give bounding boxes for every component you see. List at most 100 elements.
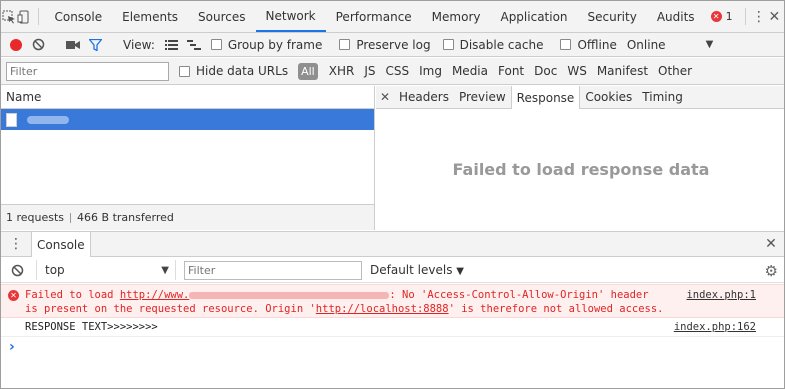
type-filter-other[interactable]: Other <box>658 64 692 78</box>
offline-label: Offline <box>577 37 617 52</box>
divider <box>744 8 746 25</box>
hide-data-urls-checkbox[interactable] <box>179 65 190 77</box>
tab-audits[interactable]: Audits <box>647 1 705 32</box>
log-source-link[interactable]: index.php:162 <box>674 321 756 333</box>
tab-application[interactable]: Application <box>490 1 577 32</box>
console-error-message: ✕ Failed to load http://www.: No 'Access… <box>1 284 784 318</box>
log-text: RESPONSE TEXT>>>>>>>> <box>25 321 158 333</box>
filter-toggle-button[interactable] <box>84 34 106 56</box>
response-error-message: Failed to load response data <box>452 160 710 179</box>
redacted-url <box>189 291 390 299</box>
error-text: ' is therefore not allowed access. <box>448 303 664 315</box>
view-label: View: <box>123 37 155 52</box>
type-filter-media[interactable]: Media <box>452 64 488 78</box>
tab-security[interactable]: Security <box>578 1 647 32</box>
tab-elements[interactable]: Elements <box>112 1 188 32</box>
detail-tab-bar: ✕ Headers Preview Response Cookies Timin… <box>376 86 784 109</box>
divider <box>37 8 39 25</box>
execution-context-select[interactable]: top ▼ <box>36 260 176 280</box>
tab-performance[interactable]: Performance <box>326 1 422 32</box>
group-by-frame-checkbox[interactable] <box>210 39 222 50</box>
error-source-link[interactable]: index.php:1 <box>686 288 756 302</box>
throttling-select[interactable]: Online <box>627 38 666 52</box>
clear-console-button[interactable] <box>6 259 28 281</box>
request-count: 1 requests <box>6 211 65 224</box>
preserve-log-label: Preserve log <box>356 37 431 52</box>
gear-icon[interactable]: ⚙ <box>765 262 778 280</box>
preserve-log-checkbox[interactable] <box>339 39 351 50</box>
clear-icon <box>32 38 44 51</box>
error-url-link[interactable]: http://www. <box>120 289 390 301</box>
disable-cache-label: Disable cache <box>459 37 544 52</box>
device-toolbar-icon[interactable] <box>16 1 31 32</box>
type-filter-xhr[interactable]: XHR <box>329 64 355 78</box>
tab-memory[interactable]: Memory <box>422 1 491 32</box>
console-log-message: RESPONSE TEXT>>>>>>>> index.php:162 <box>1 319 784 337</box>
close-drawer-icon[interactable]: ✕ <box>756 232 784 256</box>
offline-checkbox[interactable] <box>560 39 572 50</box>
document-icon <box>6 112 17 127</box>
clear-button[interactable] <box>27 34 49 56</box>
main-tab-bar: Console Elements Sources Network Perform… <box>1 1 784 33</box>
log-levels-label: Default levels <box>370 263 453 277</box>
error-url-text: http://www. <box>119 289 190 301</box>
request-detail-pane: ✕ Headers Preview Response Cookies Timin… <box>376 86 784 230</box>
console-prompt-icon[interactable]: › <box>9 339 15 355</box>
type-filter-img[interactable]: Img <box>419 64 442 78</box>
close-detail-icon[interactable]: ✕ <box>376 86 394 108</box>
tab-sources[interactable]: Sources <box>188 1 255 32</box>
error-counter[interactable]: ✕ 1 <box>705 1 739 32</box>
context-value: top <box>45 263 65 277</box>
tab-network[interactable]: Network <box>255 1 326 32</box>
divider <box>70 212 72 223</box>
type-filter-manifest[interactable]: Manifest <box>597 64 648 78</box>
disable-cache-checkbox[interactable] <box>442 39 454 50</box>
network-filter-input[interactable] <box>6 61 169 81</box>
tab-headers[interactable]: Headers <box>394 86 454 108</box>
type-filter-font[interactable]: Font <box>498 64 524 78</box>
log-levels-select[interactable]: Default levels ▼ <box>370 263 464 277</box>
screenshots-button[interactable] <box>62 34 84 56</box>
devtools-window: Console Elements Sources Network Perform… <box>0 0 785 389</box>
clear-icon <box>11 264 23 276</box>
type-filter-ws[interactable]: WS <box>567 64 586 78</box>
redacted-request-name <box>27 115 69 124</box>
inspect-element-icon[interactable] <box>1 1 16 32</box>
tab-cookies[interactable]: Cookies <box>580 86 637 108</box>
close-devtools-icon[interactable]: ✕ <box>767 1 782 32</box>
hide-data-urls-label: Hide data URLs <box>196 64 289 78</box>
type-filter-all[interactable]: All <box>298 62 318 80</box>
drawer-tab-bar: ⋮ Console ✕ <box>1 231 784 257</box>
tab-response[interactable]: Response <box>510 86 581 109</box>
type-filter-doc[interactable]: Doc <box>534 64 557 78</box>
drawer-menu-icon[interactable]: ⋮ <box>1 232 31 256</box>
group-by-frame-label: Group by frame <box>227 37 323 52</box>
network-toolbar: View: Group by frame Preserve log Disabl… <box>1 33 784 57</box>
list-icon <box>165 39 179 50</box>
request-list-pane: Name 1 requests 466 B transferred <box>1 86 375 230</box>
name-column-header[interactable]: Name <box>1 86 374 109</box>
tab-timing[interactable]: Timing <box>637 86 688 108</box>
filter-bar: Hide data URLs All XHR JS CSS Img Media … <box>1 58 784 85</box>
origin-link[interactable]: http://localhost:8888 <box>316 303 449 315</box>
waterfall-button[interactable] <box>183 34 205 56</box>
error-text: Failed to load <box>25 289 114 301</box>
large-rows-button[interactable] <box>161 34 183 56</box>
record-icon <box>10 38 22 51</box>
error-line-2: is present on the requested resource. Or… <box>25 302 784 316</box>
drawer-tab-console[interactable]: Console <box>31 232 91 257</box>
console-filter-input[interactable] <box>184 260 362 280</box>
tab-preview[interactable]: Preview <box>454 86 511 108</box>
tab-console[interactable]: Console <box>44 1 112 32</box>
request-row[interactable] <box>1 109 374 130</box>
error-text: : No 'Access-Control-Allow-Origin' heade… <box>389 289 649 301</box>
more-options-icon[interactable]: ⋮ <box>751 1 766 32</box>
type-filter-js[interactable]: JS <box>364 64 375 78</box>
error-line-1: Failed to load http://www. : No 'Access-C… <box>25 288 784 302</box>
funnel-icon <box>88 38 102 51</box>
console-toolbar: top ▼ Default levels ▼ ⚙ <box>1 258 784 283</box>
record-button[interactable] <box>5 34 27 56</box>
chevron-down-icon[interactable]: ▼ <box>706 39 714 50</box>
type-filter-css[interactable]: CSS <box>385 64 409 78</box>
transferred-size: 466 B transferred <box>77 211 174 224</box>
